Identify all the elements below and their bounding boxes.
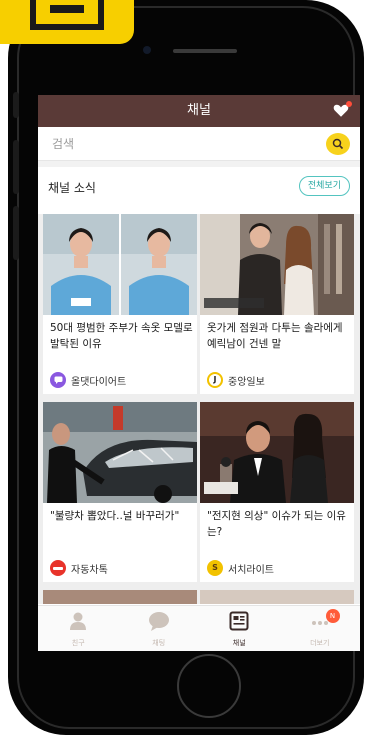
tab-chats[interactable]: 채팅 (119, 606, 200, 651)
new-badge: N (325, 609, 340, 623)
earpiece-speaker (173, 49, 237, 53)
news-card[interactable]: 옷가게 점원과 다투는 솔라에게 예릭남이 건넨 말 J 중앙일보 (200, 214, 354, 394)
news-card[interactable] (200, 590, 354, 604)
tab-label: 친구 (71, 639, 85, 647)
section-header: 채널 소식 전체보기 (38, 161, 360, 205)
volume-down-button (13, 206, 19, 260)
news-thumbnail (200, 590, 354, 604)
speech-bubble-icon (148, 612, 169, 631)
tab-friends[interactable]: 친구 (38, 606, 119, 651)
news-source[interactable]: J 중앙일보 (207, 371, 265, 389)
search-button[interactable] (326, 133, 350, 155)
searchlight-s-icon: S (207, 560, 223, 576)
tab-more[interactable]: N 더보기 (280, 606, 361, 651)
source-name: 서치라이트 (228, 564, 274, 576)
tab-label: 더보기 (310, 639, 330, 647)
news-source[interactable]: 자동차톡 (50, 559, 108, 577)
volume-up-button (13, 140, 19, 194)
news-thumbnail (200, 214, 354, 315)
search-icon (332, 138, 344, 150)
see-all-button[interactable]: 전체보기 (298, 176, 350, 196)
mute-switch (13, 92, 19, 118)
news-card[interactable]: "전지현 의상" 이슈가 되는 이유는? S 서치라이트 (200, 402, 354, 582)
news-card[interactable] (43, 590, 197, 604)
news-source[interactable]: 올댓다이어트 (50, 371, 126, 389)
source-name: 올댓다이어트 (71, 376, 127, 388)
source-name: 자동차톡 (71, 564, 108, 576)
channel-logo-icon (30, 0, 104, 30)
notification-dot (346, 101, 352, 107)
news-thumbnail (200, 402, 354, 503)
tab-label: 채널 (232, 639, 246, 647)
news-card[interactable]: 50대 평범한 주부가 속옷 모델로 발탁된 이유 올댓다이어트 (43, 214, 197, 394)
news-title: "불량차 뽑았다..널 바꾸러가" (50, 510, 180, 522)
tab-channel[interactable]: 채널 (199, 606, 280, 651)
chat-bubble-icon (50, 372, 66, 388)
section-title: 채널 소식 (48, 181, 96, 195)
channel-news-grid: 50대 평범한 주부가 속옷 모델로 발탁된 이유 올댓다이어트 옷가게 점원과… (38, 214, 360, 604)
search-input[interactable] (38, 127, 278, 161)
joongang-j-icon: J (207, 372, 223, 388)
person-icon (70, 612, 87, 630)
news-card[interactable]: "불량차 뽑았다..널 바꾸러가" 자동차톡 (43, 402, 197, 582)
page-title: 채널 (187, 103, 211, 118)
app-screen: 채널 채널 소식 전체보기 (38, 95, 360, 651)
front-camera (143, 46, 151, 54)
news-title: 옷가게 점원과 다투는 솔라에게 예릭남이 건넨 말 (207, 322, 343, 350)
news-title: 50대 평범한 주부가 속옷 모델로 발탁된 이유 (50, 322, 193, 350)
source-name: 중앙일보 (228, 376, 265, 388)
news-title: "전지현 의상" 이슈가 되는 이유는? (207, 510, 346, 538)
tab-label: 채팅 (152, 639, 166, 647)
bottom-tab-bar: 친구 채팅 채널 N 더보기 (38, 605, 360, 651)
top-bar: 채널 (38, 95, 360, 127)
car-talk-logo-icon (50, 560, 66, 576)
app-logo-chip (0, 0, 134, 44)
home-button[interactable] (177, 654, 241, 718)
news-thumbnail (43, 590, 197, 604)
news-thumbnail (43, 214, 197, 315)
search-bar (38, 127, 360, 161)
news-source[interactable]: S 서치라이트 (207, 559, 274, 577)
news-thumbnail (43, 402, 197, 503)
channel-grid-icon (229, 611, 249, 631)
